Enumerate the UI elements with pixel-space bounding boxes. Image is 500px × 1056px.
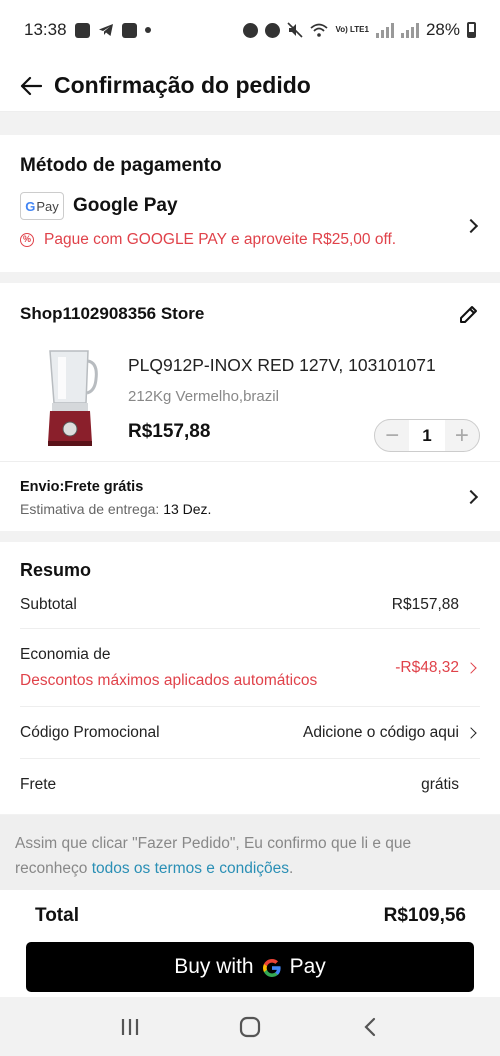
delivery-estimate: Estimativa de entrega: 13 Dez. (20, 501, 212, 517)
quantity-value[interactable]: 1 (409, 420, 445, 451)
subtotal-row: Subtotal R$157,88 (20, 581, 480, 629)
savings-label: Economia de (20, 645, 111, 663)
signal-icon (375, 22, 394, 38)
shipping-option[interactable]: Envio:Frete grátis Estimativa de entrega… (0, 461, 500, 531)
shipping-cost-value: grátis (421, 776, 459, 793)
wifi-icon (310, 23, 329, 37)
product-name: PLQ912P-INOX RED 127V, 103101071 (128, 355, 436, 375)
decrease-quantity-button[interactable]: − (375, 420, 409, 451)
product-variant: 212Kg Vermelho,brazil (128, 388, 279, 405)
alarm-icon (265, 22, 281, 38)
payment-promo: % Pague com GOOGLE PAY e aproveite R$25,… (20, 231, 480, 249)
promo-code-label: Código Promocional (20, 723, 160, 741)
edit-icon[interactable] (458, 303, 480, 325)
product-item: PLQ912P-INOX RED 127V, 103101071 212Kg V… (40, 347, 480, 457)
chevron-right-icon (465, 726, 477, 739)
app-header: Confirmação do pedido (0, 60, 500, 112)
home-icon (239, 1016, 261, 1037)
google-g-icon (262, 958, 281, 977)
shop-name: Shop1102908356 Store (20, 304, 205, 323)
recent-apps-icon (121, 1018, 139, 1035)
discount-icon: % (20, 233, 34, 247)
shipping-cost-row: Frete grátis (20, 759, 480, 811)
home-button[interactable] (230, 1007, 270, 1047)
battery-icon (467, 22, 476, 38)
system-nav-bar (0, 997, 500, 1056)
chevron-right-icon (465, 661, 477, 674)
increase-quantity-button[interactable]: + (445, 420, 479, 451)
payment-method-name: Google Pay (73, 195, 178, 216)
savings-row[interactable]: Economia de Descontos máximos aplicados … (20, 629, 480, 707)
order-summary: Resumo Subtotal R$157,88 Economia de Des… (0, 542, 500, 814)
savings-sublabel: Descontos máximos aplicados automáticos (20, 671, 318, 689)
signal-2-icon (400, 22, 419, 38)
delivery-date: 13 Dez. (163, 501, 212, 517)
data-saver-icon (243, 22, 259, 38)
telegram-icon (98, 24, 113, 36)
network-type-label: Vo) LTE1 (335, 25, 369, 34)
arrow-left-icon (20, 76, 42, 95)
buy-button-prefix: Buy with (174, 955, 254, 978)
shop-card: Shop1102908356 Store PLQ912P-INOX RED 12… (0, 283, 500, 531)
checkout-footer: Total R$109,56 Buy with Pay (0, 890, 500, 997)
chevron-left-icon (364, 1017, 376, 1036)
quantity-stepper: − 1 + (374, 419, 480, 452)
total-value: R$109,56 (383, 905, 466, 926)
shipping-title: Envio:Frete grátis (20, 479, 144, 495)
page-title: Confirmação do pedido (54, 72, 311, 98)
summary-title: Resumo (20, 560, 92, 580)
mute-icon (287, 22, 304, 38)
total-label: Total (35, 905, 79, 926)
recent-apps-button[interactable] (110, 1007, 150, 1047)
buy-button-suffix: Pay (289, 955, 326, 978)
buy-with-google-pay-button[interactable]: Buy with Pay (26, 942, 474, 992)
product-image (48, 350, 98, 446)
gallery-icon (121, 22, 137, 38)
status-bar: 13:38 Vo) LTE1 28% (0, 0, 500, 60)
promo-code-value: Adicione o código aqui (303, 723, 459, 741)
product-price: R$157,88 (128, 421, 211, 442)
app-notification-icon (74, 22, 90, 38)
terms-notice: Assim que clicar "Fazer Pedido", Eu conf… (0, 815, 500, 890)
battery-percent: 28% (425, 20, 460, 39)
subtotal-value: R$157,88 (391, 595, 459, 613)
more-notifications-icon (144, 27, 151, 33)
promo-code-row[interactable]: Código Promocional Adicione o código aqu… (20, 707, 480, 759)
shipping-cost-label: Frete (20, 776, 57, 793)
google-g-icon: G (25, 198, 36, 214)
payment-promo-text: Pague com GOOGLE PAY e aproveite R$25,00… (44, 231, 397, 248)
status-time: 13:38 (24, 20, 67, 39)
system-back-button[interactable] (350, 1007, 390, 1047)
savings-value: -R$48,32 (395, 658, 459, 676)
google-pay-logo: G Pay (20, 192, 64, 220)
payment-method-card[interactable]: Método de pagamento G Pay Google Pay % Pa… (0, 135, 500, 272)
payment-section-title: Método de pagamento (20, 155, 222, 176)
subtotal-label: Subtotal (20, 595, 77, 613)
terms-link[interactable]: todos os termos e condições (92, 860, 289, 877)
back-button[interactable] (18, 73, 44, 99)
